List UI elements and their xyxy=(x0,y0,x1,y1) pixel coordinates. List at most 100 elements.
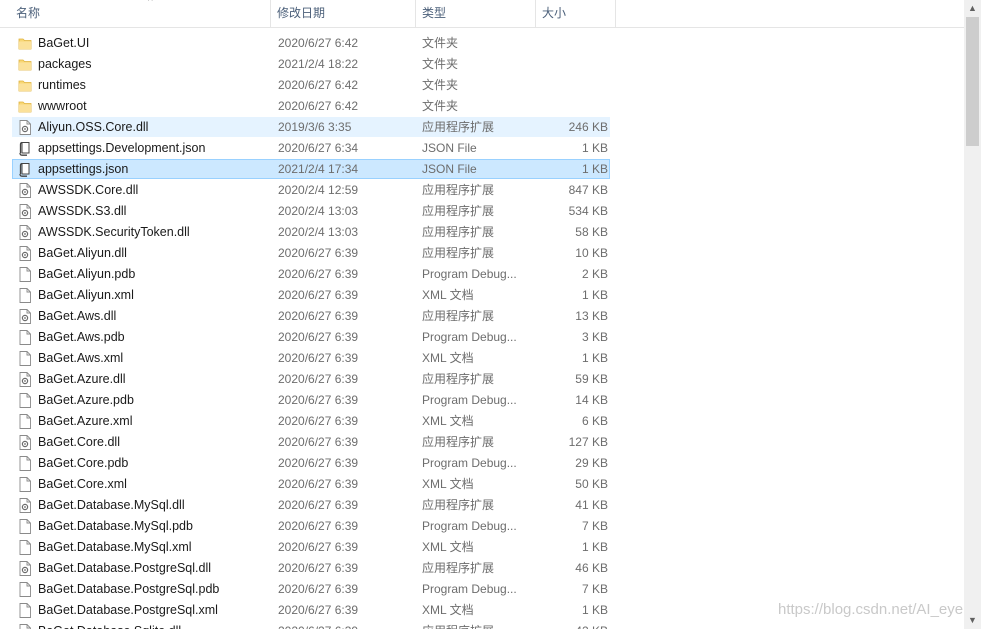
file-modified-date: 2020/6/27 6:39 xyxy=(278,603,359,617)
file-size: 41 KB xyxy=(575,498,608,512)
file-size: 14 KB xyxy=(575,393,608,407)
dll-icon xyxy=(18,309,32,324)
file-modified-date: 2020/6/27 6:39 xyxy=(278,309,359,323)
file-name: BaGet.Aliyun.pdb xyxy=(38,267,136,281)
file-size: 127 KB xyxy=(568,435,608,449)
file-modified-date: 2020/6/27 6:39 xyxy=(278,561,359,575)
file-name: BaGet.Core.dll xyxy=(38,435,120,449)
file-modified-date: 2021/2/4 17:34 xyxy=(278,162,359,176)
file-type: XML 文档 xyxy=(422,477,474,491)
file-row[interactable]: BaGet.Database.MySql.pdb 2020/6/27 6:39 Pr… xyxy=(0,516,964,537)
file-icon xyxy=(18,351,32,366)
scroll-up-arrow-icon[interactable]: ▲ xyxy=(964,0,981,17)
file-row[interactable]: BaGet.Core.pdb 2020/6/27 6:39 Program Debu… xyxy=(0,453,964,474)
file-icon xyxy=(18,477,32,492)
file-size: 42 KB xyxy=(536,621,608,629)
file-name: BaGet.Aws.pdb xyxy=(38,330,125,344)
file-row[interactable]: appsettings.json 2021/2/4 17:34 JSON File 1… xyxy=(0,159,964,180)
file-row[interactable]: BaGet.Aws.dll 2020/6/27 6:39 应用程序扩展 13 KB xyxy=(0,306,964,327)
file-icon xyxy=(18,288,32,303)
file-row[interactable]: wwwroot 2020/6/27 6:42 文件夹 xyxy=(0,96,964,117)
file-name: AWSSDK.SecurityToken.dll xyxy=(38,225,190,239)
file-size: 50 KB xyxy=(575,477,608,491)
dll-icon xyxy=(18,435,32,450)
scroll-thumb[interactable] xyxy=(966,17,979,146)
file-type: 应用程序扩展 xyxy=(422,183,495,197)
file-type: JSON File xyxy=(422,141,477,155)
column-header-date[interactable]: 修改日期 xyxy=(271,0,416,27)
file-icon xyxy=(18,540,32,555)
column-header-type[interactable]: 类型 xyxy=(416,0,536,27)
file-row[interactable]: BaGet.Aws.xml 2020/6/27 6:39 XML 文档 1 KB xyxy=(0,348,964,369)
file-row[interactable]: BaGet.Azure.xml 2020/6/27 6:39 XML 文档 6 KB xyxy=(0,411,964,432)
file-size: 1 KB xyxy=(581,540,608,554)
file-type: 文件夹 xyxy=(422,57,459,71)
file-explorer: 名称 ^ 修改日期 类型 大小 BaGet.UI 2020/6/27 6:42 文件… xyxy=(0,0,981,629)
file-row[interactable]: BaGet.Aliyun.pdb 2020/6/27 6:39 Program De… xyxy=(0,264,964,285)
file-name: wwwroot xyxy=(38,99,87,113)
file-size: 59 KB xyxy=(575,372,608,386)
file-type: XML 文档 xyxy=(422,603,474,617)
file-row[interactable]: packages 2021/2/4 18:22 文件夹 xyxy=(0,54,964,75)
file-icon xyxy=(18,519,32,534)
file-type: 文件夹 xyxy=(422,36,459,50)
file-name: BaGet.UI xyxy=(38,36,90,50)
column-header-name[interactable]: 名称 ^ xyxy=(11,0,271,27)
file-row[interactable]: AWSSDK.S3.dll 2020/2/4 13:03 应用程序扩展 534 KB xyxy=(0,201,964,222)
file-type: Program Debug... xyxy=(422,582,517,596)
file-row[interactable]: BaGet.Aliyun.dll 2020/6/27 6:39 应用程序扩展 10 K… xyxy=(0,243,964,264)
file-modified-date: 2020/6/27 6:39 xyxy=(278,414,359,428)
file-size: 534 KB xyxy=(568,204,608,218)
file-row[interactable]: BaGet.Azure.pdb 2020/6/27 6:39 Program Deb… xyxy=(0,390,964,411)
file-type: XML 文档 xyxy=(422,288,474,302)
file-name: BaGet.Database.PostgreSql.dll xyxy=(38,561,212,575)
file-type: XML 文档 xyxy=(422,351,474,365)
file-size: 1 KB xyxy=(581,603,608,617)
file-type: 应用程序扩展 xyxy=(422,225,495,239)
file-type: 应用程序扩展 xyxy=(422,435,495,449)
column-header-size[interactable]: 大小 xyxy=(536,0,616,27)
file-row[interactable]: BaGet.Database.MySql.dll 2020/6/27 6:39 应用… xyxy=(0,495,964,516)
dll-icon xyxy=(18,372,32,387)
vertical-scrollbar[interactable]: ▲ ▼ xyxy=(964,0,981,629)
file-row[interactable]: BaGet.Aws.pdb 2020/6/27 6:39 Program Debug… xyxy=(0,327,964,348)
file-name: BaGet.Aliyun.dll xyxy=(38,246,127,260)
file-row[interactable]: BaGet.Database.MySql.xml 2020/6/27 6:39 XM… xyxy=(0,537,964,558)
file-row[interactable]: BaGet.Database.PostgreSql.dll 2020/6/27 6… xyxy=(0,558,964,579)
file-row[interactable]: runtimes 2020/6/27 6:42 文件夹 xyxy=(0,75,964,96)
file-type: XML 文档 xyxy=(422,414,474,428)
file-row[interactable]: BaGet.Core.xml 2020/6/27 6:39 XML 文档 50 KB xyxy=(0,474,964,495)
file-modified-date: 2020/6/27 6:39 xyxy=(278,393,359,407)
file-icon xyxy=(18,393,32,408)
file-modified-date: 2020/6/27 6:39 xyxy=(278,435,359,449)
file-name: BaGet.Azure.dll xyxy=(38,372,126,386)
file-row[interactable]: AWSSDK.Core.dll 2020/2/4 12:59 应用程序扩展 847 K… xyxy=(0,180,964,201)
file-row[interactable]: Aliyun.OSS.Core.dll 2019/3/6 3:35 应用程序扩展 24… xyxy=(0,117,964,138)
file-type: 应用程序扩展 xyxy=(422,120,495,134)
file-row[interactable]: appsettings.Development.json 2020/6/27 6:… xyxy=(0,138,964,159)
file-name: BaGet.Database.MySql.dll xyxy=(38,498,185,512)
file-row[interactable]: BaGet.Database.Sqlite.dll 2020/6/27 6:39 应… xyxy=(0,621,964,629)
file-icon xyxy=(18,414,32,429)
file-modified-date: 2020/2/4 12:59 xyxy=(278,183,359,197)
file-row[interactable]: BaGet.Core.dll 2020/6/27 6:39 应用程序扩展 127 KB xyxy=(0,432,964,453)
file-name: AWSSDK.Core.dll xyxy=(38,183,139,197)
file-icon xyxy=(18,456,32,471)
file-list: BaGet.UI 2020/6/27 6:42 文件夹 packages 2021/2/… xyxy=(0,33,964,629)
dll-icon xyxy=(18,204,32,219)
json-icon xyxy=(18,162,32,177)
file-modified-date: 2020/2/4 13:03 xyxy=(278,225,359,239)
file-row[interactable]: BaGet.UI 2020/6/27 6:42 文件夹 xyxy=(0,33,964,54)
column-header-bar: 名称 ^ 修改日期 类型 大小 xyxy=(0,0,964,28)
file-name: BaGet.Azure.xml xyxy=(38,414,133,428)
file-modified-date: 2020/6/27 6:39 xyxy=(278,330,359,344)
scroll-down-arrow-icon[interactable]: ▼ xyxy=(964,612,981,629)
column-header-name-label: 名称 xyxy=(16,6,41,20)
file-row[interactable]: BaGet.Azure.dll 2020/6/27 6:39 应用程序扩展 59 KB xyxy=(0,369,964,390)
file-size: 2 KB xyxy=(581,267,608,281)
file-row[interactable]: BaGet.Database.PostgreSql.pdb 2020/6/27 6… xyxy=(0,579,964,600)
file-type: XML 文档 xyxy=(422,540,474,554)
file-row[interactable]: BaGet.Aliyun.xml 2020/6/27 6:39 XML 文档 1 KB xyxy=(0,285,964,306)
file-row[interactable]: AWSSDK.SecurityToken.dll 2020/2/4 13:03 应用… xyxy=(0,222,964,243)
dll-icon xyxy=(18,246,32,261)
